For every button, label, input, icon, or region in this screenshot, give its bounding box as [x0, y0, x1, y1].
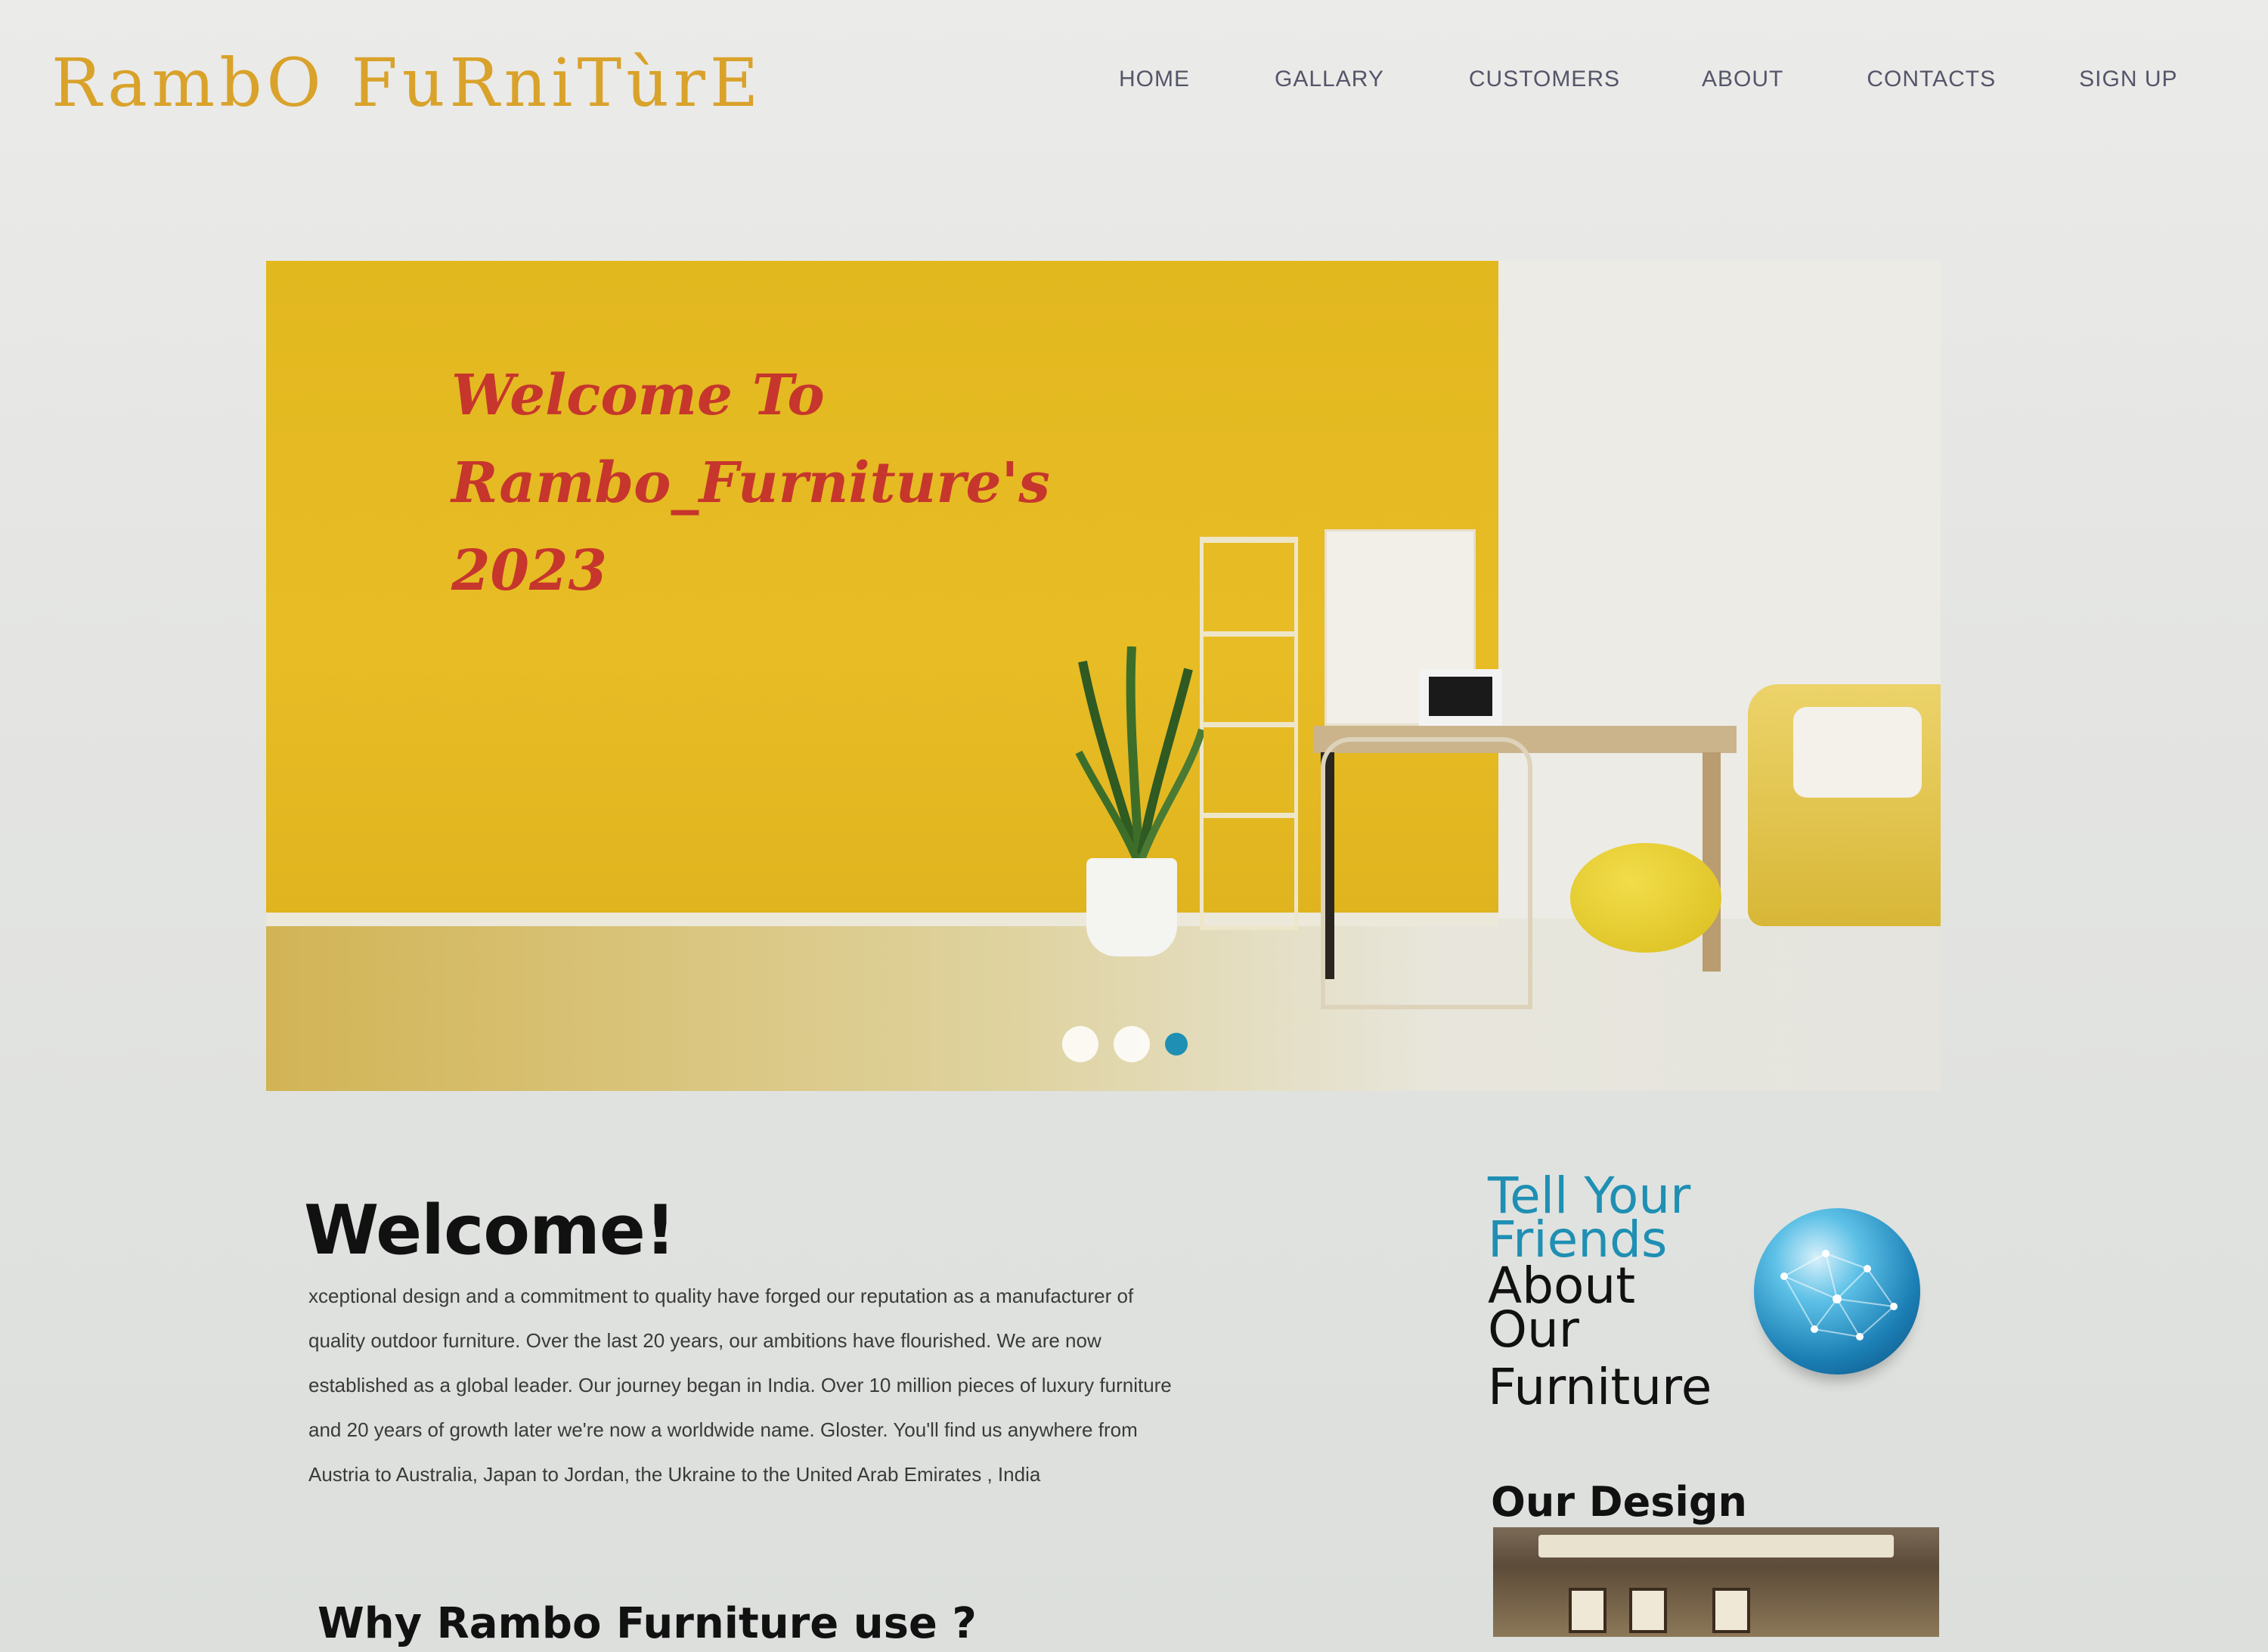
slider-dot-1[interactable] — [1062, 1026, 1098, 1062]
nav-contacts[interactable]: CONTACTS — [1867, 67, 1996, 92]
hero-slider: Welcome To Rambo_Furniture's 2023 — [266, 261, 1941, 1091]
plant-image — [1075, 646, 1204, 866]
welcome-text-line: Austria to Australia, Japan to Jordan, t… — [308, 1463, 1041, 1486]
our-design-title: Our Design — [1491, 1478, 1747, 1526]
nav-about[interactable]: ABOUT — [1702, 67, 1783, 92]
hero-title-line: Welcome To — [451, 363, 825, 428]
shelf-board — [1200, 722, 1298, 727]
chair-image — [1321, 737, 1532, 1009]
welcome-text-line: established as a global leader. Our jour… — [308, 1374, 1172, 1396]
nav-gallary[interactable]: GALLARY — [1275, 67, 1384, 92]
design-image-frame — [1629, 1588, 1667, 1633]
desk-leg — [1703, 752, 1721, 972]
slider-dot-3-active[interactable] — [1165, 1033, 1188, 1055]
pouf-image — [1570, 843, 1721, 953]
our-design-image[interactable] — [1493, 1527, 1939, 1637]
about-furniture-heading: About Our Furniture — [1488, 1261, 1712, 1416]
baseboard — [266, 913, 1498, 926]
site-header: RambO FuRniTùrE HOME GALLARY CUSTOMERS A… — [0, 0, 2268, 174]
why-title: Why Rambo Furniture use ? — [318, 1599, 977, 1648]
welcome-paragraph: xceptional design and a commitment to qu… — [308, 1274, 1405, 1497]
slider-dot-2[interactable] — [1114, 1026, 1150, 1062]
hero-title-line: 2023 — [451, 538, 607, 603]
nav-customers[interactable]: CUSTOMERS — [1469, 67, 1620, 92]
hero-title-line: Rambo_Furniture's — [451, 451, 1050, 516]
tell-friends-line: Friends — [1488, 1210, 1668, 1269]
slider-dots — [1062, 1026, 1188, 1062]
globe-network-lines — [1780, 1250, 1898, 1341]
welcome-text-line: xceptional design and a commitment to qu… — [308, 1285, 1134, 1307]
nav-home[interactable]: HOME — [1119, 67, 1190, 92]
nav-sign-up[interactable]: SIGN UP — [2079, 67, 2177, 92]
welcome-text-line: quality outdoor furniture. Over the last… — [308, 1329, 1101, 1352]
welcome-title: Welcome! — [304, 1191, 676, 1270]
shelf-board — [1200, 813, 1298, 818]
sofa-cushion — [1793, 707, 1922, 798]
welcome-text-line: and 20 years of growth later we're now a… — [308, 1418, 1138, 1441]
design-image-ceiling — [1538, 1535, 1894, 1557]
shelf-image — [1200, 537, 1298, 930]
site-logo[interactable]: RambO FuRniTùrE — [51, 44, 763, 122]
globe-icon[interactable] — [1754, 1208, 1920, 1375]
design-image-frame — [1712, 1588, 1750, 1633]
hero-title: Welcome To Rambo_Furniture's 2023 — [451, 352, 1132, 615]
shelf-board — [1200, 631, 1298, 637]
about-furniture-line: Furniture — [1488, 1358, 1712, 1416]
laptop-screen — [1429, 677, 1492, 716]
design-image-frame — [1569, 1588, 1606, 1633]
main-nav: HOME GALLARY CUSTOMERS ABOUT CONTACTS SI… — [1119, 67, 2178, 92]
plant-pot — [1086, 858, 1177, 956]
tell-friends-heading[interactable]: Tell Your Friends — [1488, 1171, 1690, 1269]
